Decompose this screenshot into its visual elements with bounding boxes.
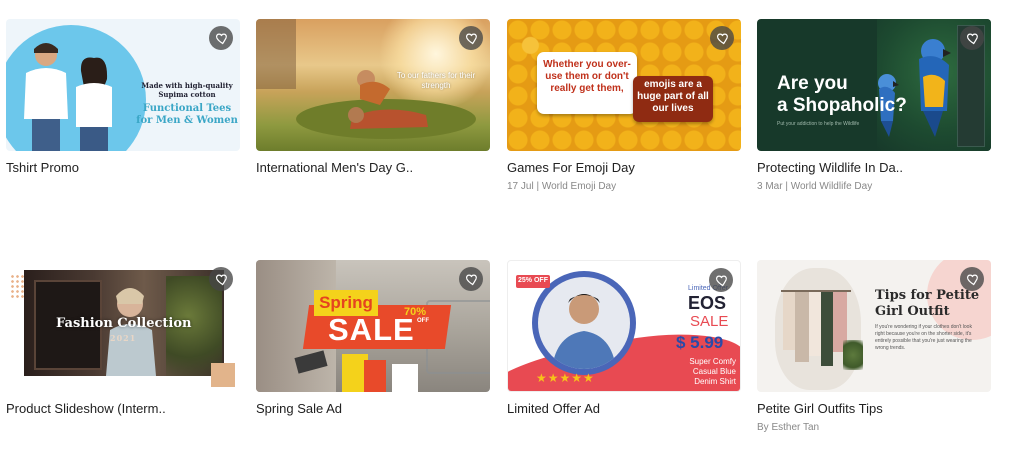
thumb-headline: Are you a Shopaholic? [777, 73, 907, 116]
shopping-bag [392, 364, 418, 392]
product-description: Super Comfy Casual Blue Denim Shirt [689, 357, 736, 386]
thumb-headline: Fashion Collection [56, 316, 192, 331]
template-card[interactable]: Whether you over-use them or don't reall… [507, 19, 741, 192]
card-thumbnail[interactable]: To our fathers for their strength [256, 19, 490, 151]
decorative-square [211, 363, 235, 387]
thumb-headline: Tips for Petite Girl Outfit [875, 288, 980, 319]
clothing-item [783, 292, 795, 350]
price: $ 5.99 [676, 333, 724, 352]
card-thumbnail[interactable]: Whether you over-use them or don't reall… [507, 19, 741, 151]
parrot-illustration [919, 39, 951, 137]
thumb-headline: SALE [328, 312, 415, 347]
thumb-text: SALE [690, 313, 729, 330]
heart-icon [716, 32, 728, 44]
template-card[interactable]: Made with high-quality Supima cotton Fun… [6, 19, 240, 175]
card-title[interactable]: Games For Emoji Day [507, 160, 741, 175]
favorite-button[interactable] [459, 26, 483, 50]
clothing-item [795, 292, 809, 362]
card-meta: 3 Mar | World Wildlife Day [757, 181, 873, 192]
woman-photo [76, 57, 112, 151]
plant [843, 340, 863, 370]
favorite-button[interactable] [459, 267, 483, 291]
thumb-text: Made with high-quality Supima cotton [141, 81, 233, 99]
card-thumbnail[interactable]: 25% OFF Limited Offer EOS SALE $ 5.99 Su… [507, 260, 741, 392]
model-photo [538, 277, 630, 369]
thumb-headline: Functional Tees for Men & Women [136, 103, 238, 126]
heart-icon [215, 273, 227, 285]
template-card[interactable]: Spring SALE 70% OFF Spring Sale Ad [256, 260, 490, 416]
heart-icon [465, 32, 477, 44]
favorite-button[interactable] [960, 26, 984, 50]
card-title[interactable]: Protecting Wildlife In Da.. [757, 160, 991, 175]
heart-icon [715, 274, 727, 286]
card-thumbnail[interactable]: Tips for Petite Girl Outfit If you're wo… [757, 260, 991, 392]
discount-percent: 70% [404, 306, 427, 318]
card-thumbnail[interactable]: Fashion Collection 2021 [6, 260, 240, 392]
thumb-text: If you're wondering if your clothes don'… [875, 324, 972, 351]
favorite-button[interactable] [709, 268, 733, 292]
favorite-button[interactable] [960, 267, 984, 291]
card-title[interactable]: Product Slideshow (Interm.. [6, 401, 240, 416]
favorite-button[interactable] [209, 267, 233, 291]
thumb-text: Put your addiction to help the Wildlife [777, 121, 860, 127]
card-thumbnail[interactable]: Made with high-quality Supima cotton Fun… [6, 19, 240, 151]
discount-off-label: OFF [417, 318, 429, 324]
shopping-bag [364, 360, 386, 392]
rating-stars: ★★★★★ [536, 371, 595, 385]
card-meta: 17 Jul | World Emoji Day [507, 181, 617, 192]
card-title[interactable]: Petite Girl Outfits Tips [757, 401, 991, 416]
thumb-text: Spring [319, 293, 373, 312]
thumb-text: To our fathers for their strength [396, 71, 476, 90]
heart-icon [465, 273, 477, 285]
heart-icon [966, 32, 978, 44]
card-thumbnail[interactable]: Spring SALE 70% OFF [256, 260, 490, 392]
card-title[interactable]: Limited Offer Ad [507, 401, 741, 416]
man-photo [24, 43, 68, 151]
card-meta: By Esther Tan [757, 422, 820, 433]
thumb-text: Whether you over-use them or don't reall… [543, 59, 631, 94]
thumb-text: 2021 [110, 333, 137, 343]
template-card[interactable]: 25% OFF Limited Offer EOS SALE $ 5.99 Su… [507, 260, 741, 416]
template-card[interactable]: Tips for Petite Girl Outfit If you're wo… [757, 260, 991, 433]
man-portrait [552, 294, 616, 369]
template-card[interactable]: To our fathers for their strength Intern… [256, 19, 490, 175]
template-card[interactable]: Are you a Shopaholic? Put your addiction… [757, 19, 991, 192]
clothing-item [821, 292, 833, 366]
discount-badge-text: 25% OFF [518, 277, 548, 284]
favorite-button[interactable] [710, 26, 734, 50]
thumb-text: emojis are a huge part of all our lives [637, 79, 709, 114]
favorite-button[interactable] [209, 26, 233, 50]
thumb-headline: EOS [688, 293, 727, 313]
heart-icon [215, 32, 227, 44]
card-title[interactable]: Tshirt Promo [6, 160, 240, 175]
heart-icon [966, 273, 978, 285]
card-title[interactable]: Spring Sale Ad [256, 401, 490, 416]
card-title[interactable]: International Men's Day G.. [256, 160, 490, 175]
clothing-item [809, 292, 821, 356]
card-thumbnail[interactable]: Are you a Shopaholic? Put your addiction… [757, 19, 991, 151]
template-card[interactable]: Fashion Collection 2021 Product Slidesho… [6, 260, 240, 416]
